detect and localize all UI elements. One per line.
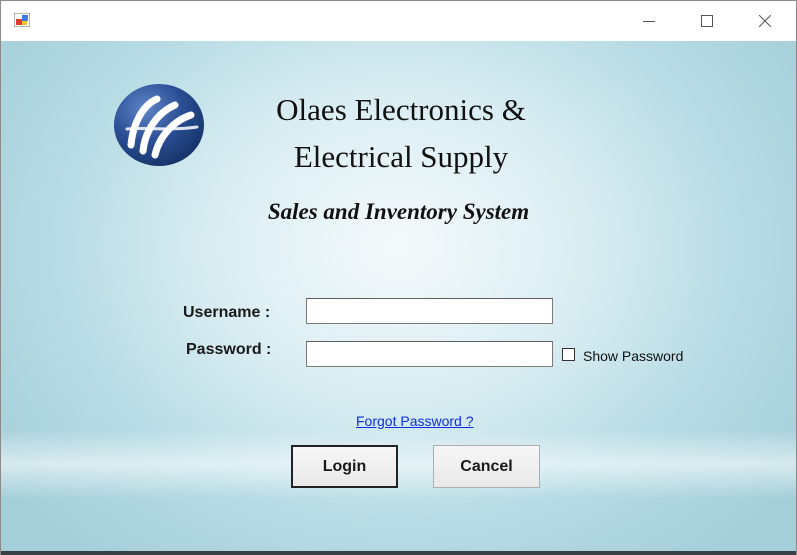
minimize-button[interactable]: [626, 1, 672, 41]
form-icon: [13, 12, 31, 28]
taskbar-edge: [1, 551, 796, 555]
close-icon: [759, 15, 771, 27]
system-title: Sales and Inventory System: [267, 199, 530, 224]
company-name-line1: Olaes Electronics &: [276, 92, 526, 127]
maximize-button[interactable]: [684, 1, 730, 41]
password-label: Password :: [186, 341, 272, 358]
login-window: Olaes Electronics & Electrical Supply Sa…: [0, 0, 797, 555]
username-input[interactable]: [306, 298, 553, 324]
username-label: Username :: [183, 304, 271, 321]
company-name-line2: Electrical Supply: [293, 139, 509, 174]
cancel-button[interactable]: Cancel: [433, 445, 540, 488]
close-button[interactable]: [742, 1, 788, 41]
minimize-icon: [643, 21, 655, 22]
background-band: [1, 429, 796, 499]
forgot-password-link[interactable]: Forgot Password ?: [356, 413, 474, 429]
show-password-checkbox[interactable]: [562, 348, 575, 361]
company-logo-icon: [113, 83, 205, 167]
maximize-icon: [701, 15, 713, 27]
login-button[interactable]: Login: [291, 445, 398, 488]
title-bar[interactable]: [1, 1, 796, 41]
password-input[interactable]: [306, 341, 553, 367]
show-password-label[interactable]: Show Password: [583, 348, 683, 364]
company-name: Olaes Electronics & Electrical Supply: [236, 86, 566, 180]
login-panel: Olaes Electronics & Electrical Supply Sa…: [1, 41, 796, 555]
